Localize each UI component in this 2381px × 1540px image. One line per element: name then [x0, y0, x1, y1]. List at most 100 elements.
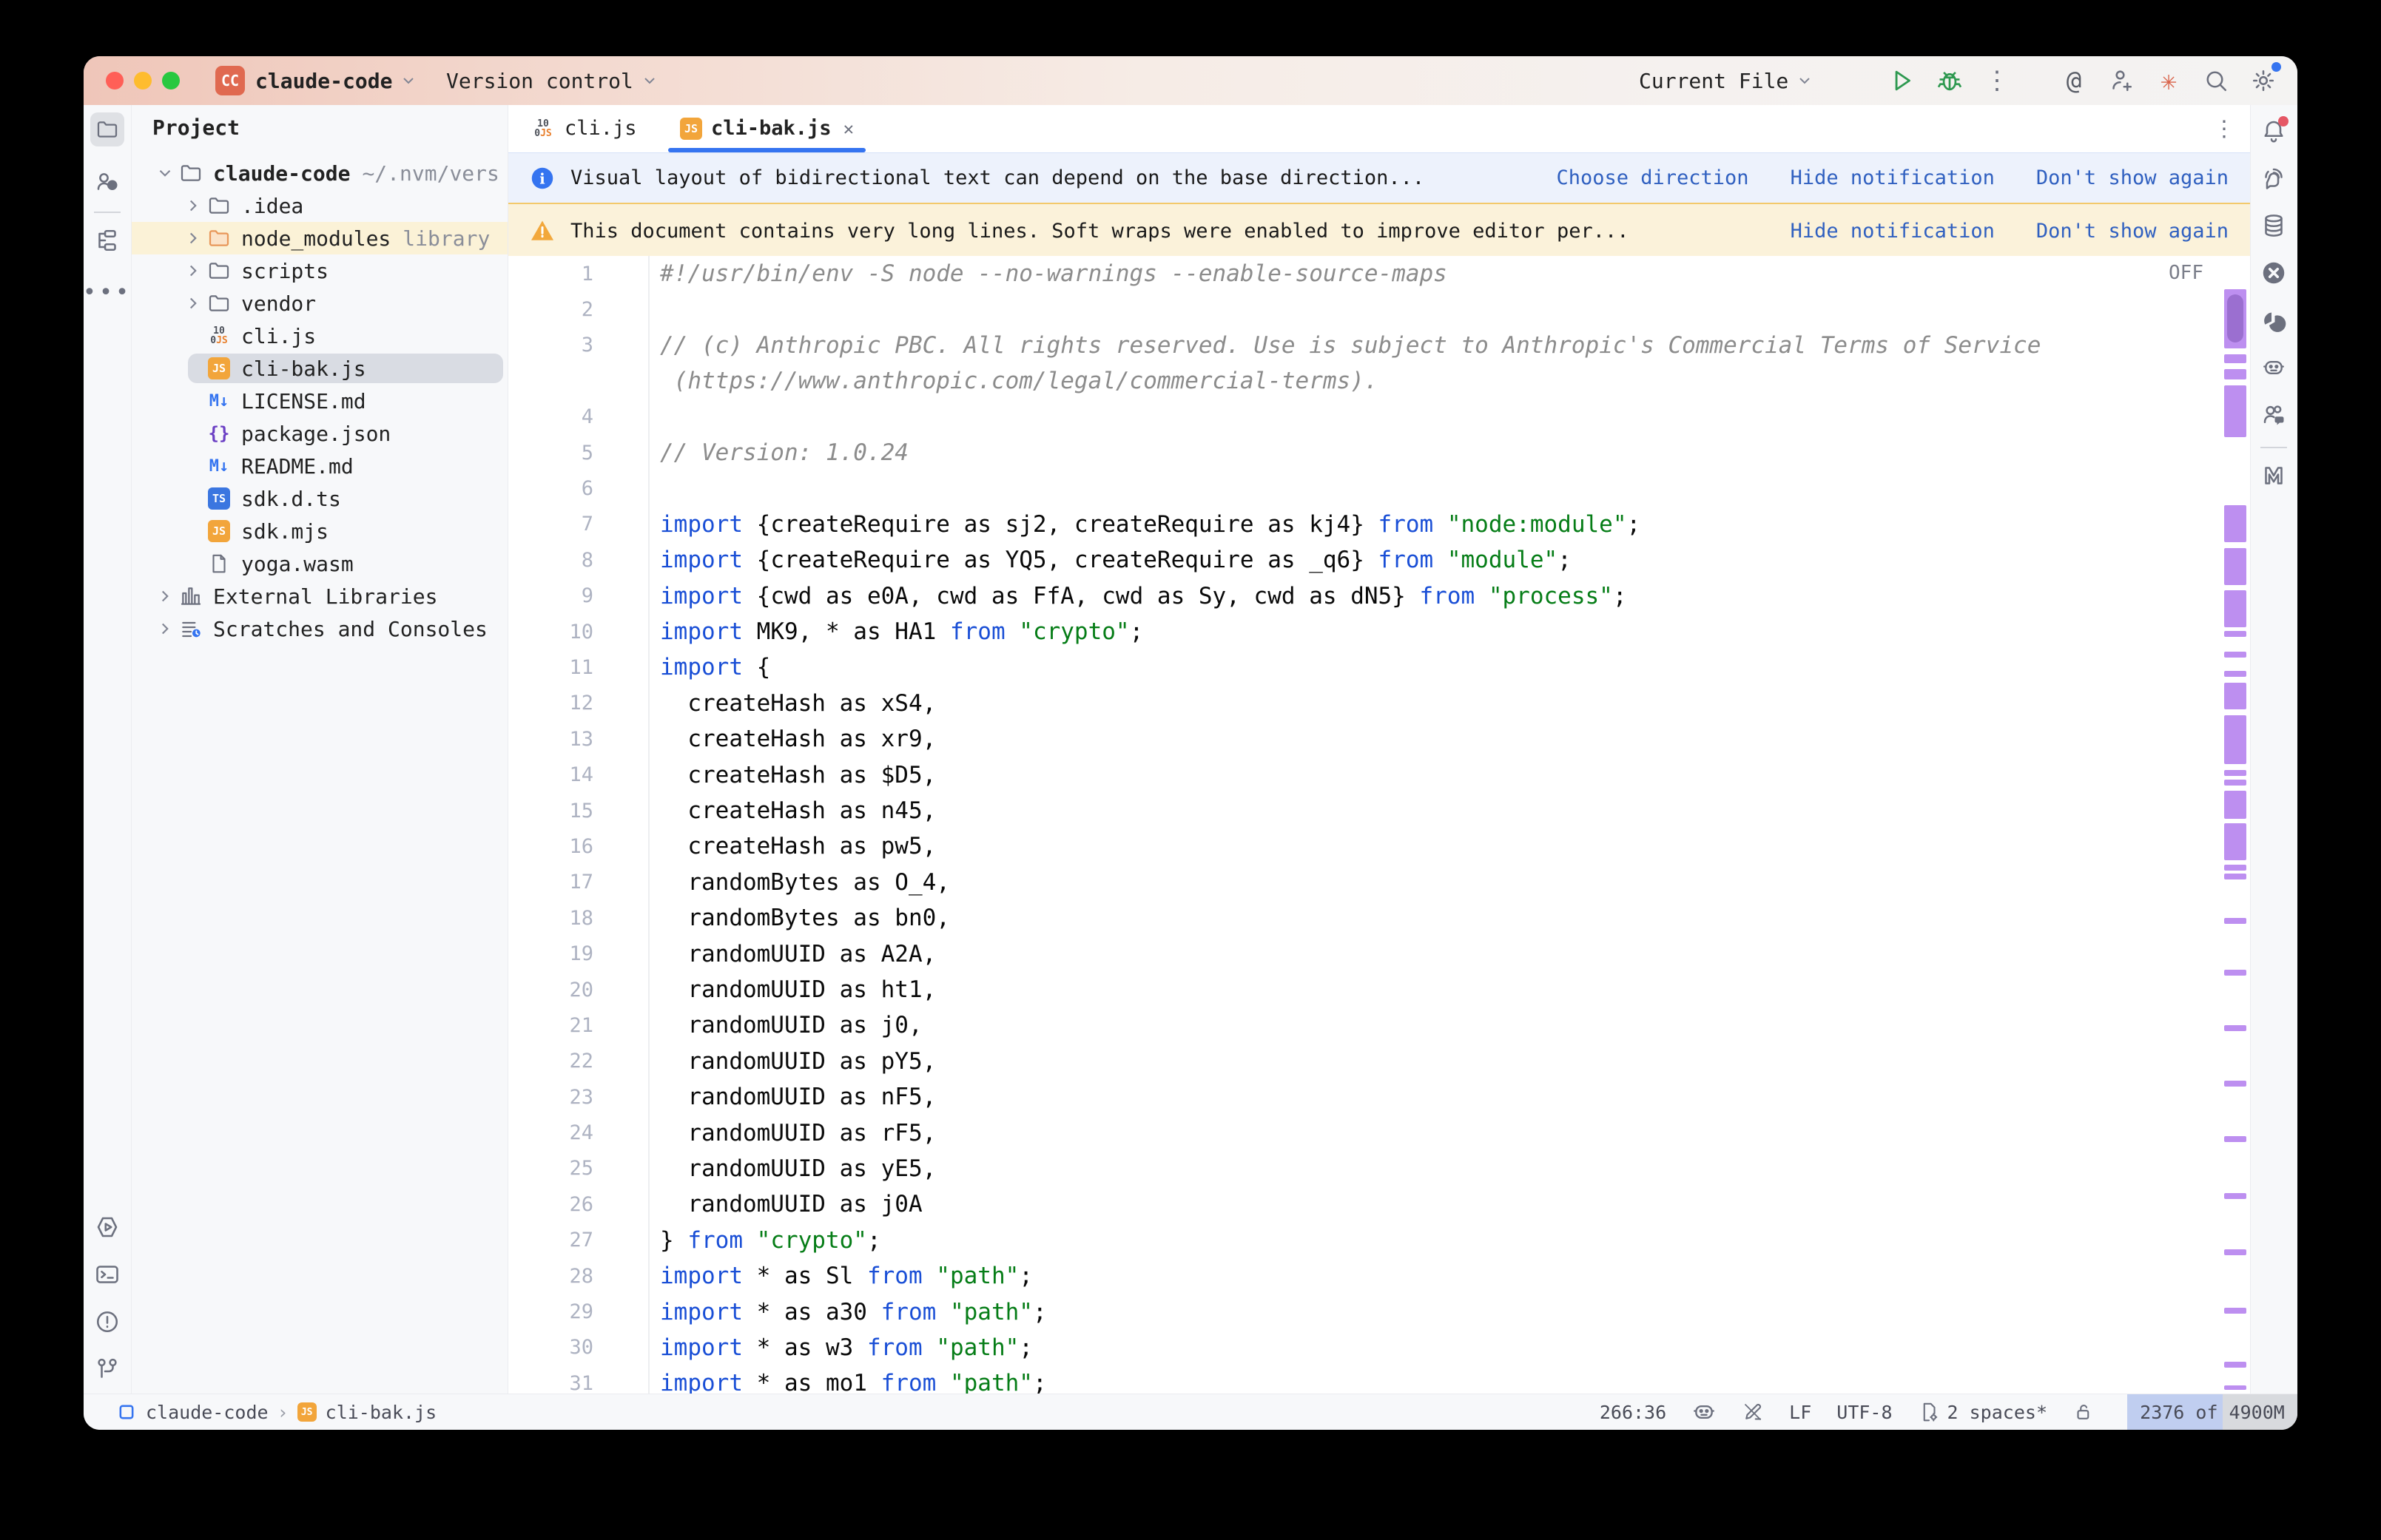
code-with-me-toolwindow-button[interactable]: [2257, 398, 2291, 432]
chevron-down-icon[interactable]: [152, 163, 178, 183]
run-configuration-selector[interactable]: Current File: [1639, 56, 1813, 105]
code-line-7[interactable]: 7import {createRequire as sj2, createReq…: [508, 507, 2251, 542]
code-line-24[interactable]: 24 randomUUID as rF5,: [508, 1115, 2251, 1150]
banner-link-don-t-show-again[interactable]: Don't show again: [2036, 220, 2229, 243]
debug-button[interactable]: [1926, 56, 1973, 105]
code-line-25[interactable]: 25 randomUUID as yE5,: [508, 1151, 2251, 1186]
code-line-17[interactable]: 17 randomBytes as O_4,: [508, 865, 2251, 900]
banner-link-hide-notification[interactable]: Hide notification: [1791, 166, 1995, 189]
code-line-22[interactable]: 22 randomUUID as pY5,: [508, 1044, 2251, 1079]
mentions-icon[interactable]: @: [2050, 56, 2098, 105]
code-line-16[interactable]: 16 createHash as pw5,: [508, 828, 2251, 864]
tree-item-sdk-mjs[interactable]: JSsdk.mjs: [132, 515, 508, 547]
memory-indicator[interactable]: 2376 of 4900M: [2127, 1394, 2297, 1430]
database-toolwindow-button[interactable]: [2257, 209, 2291, 243]
project-panel-header[interactable]: Project: [152, 111, 249, 143]
editor-scrollbar[interactable]: [2223, 256, 2249, 1394]
code-line-13[interactable]: 13 createHash as xr9,: [508, 721, 2251, 757]
close-tab-icon[interactable]: ✕: [843, 118, 854, 139]
tree-item-license-md[interactable]: M↓LICENSE.md: [132, 385, 508, 417]
code-line-27[interactable]: 27} from "crypto";: [508, 1223, 2251, 1258]
banner-link-choose-direction[interactable]: Choose direction: [1556, 166, 1748, 189]
code-line-21[interactable]: 21 randomUUID as j0,: [508, 1007, 2251, 1043]
code-line-15[interactable]: 15 createHash as n45,: [508, 793, 2251, 828]
code-line-wrap[interactable]: (https://www.anthropic.com/legal/commerc…: [508, 363, 2251, 399]
code-with-me-button[interactable]: [2098, 56, 2145, 105]
run-button[interactable]: [1879, 56, 1926, 105]
code-line-30[interactable]: 30import * as w3 from "path";: [508, 1330, 2251, 1365]
code-line-2[interactable]: 2: [508, 291, 2251, 327]
claude-plugin-icon[interactable]: ✳: [2145, 56, 2192, 105]
breadcrumb-file[interactable]: cli-bak.js: [326, 1402, 437, 1423]
chevron-right-icon[interactable]: [181, 261, 206, 280]
ai-assistant-toolwindow-button[interactable]: [2257, 161, 2291, 195]
highlighting-level-widget[interactable]: OFF: [2169, 262, 2203, 284]
copilot-status-icon[interactable]: [1691, 1399, 1717, 1425]
banner-link-don-t-show-again[interactable]: Don't show again: [2036, 166, 2229, 189]
coverage-toolwindow-button[interactable]: [2257, 303, 2291, 337]
notifications-button[interactable]: [2257, 114, 2291, 148]
tree-item-scratches-and-consoles[interactable]: Scratches and Consoles: [132, 612, 508, 645]
title-bar[interactable]: CC claude-code Version control Current F…: [84, 56, 2297, 106]
vcs-toolwindow-button[interactable]: ?: [90, 164, 124, 198]
code-line-11[interactable]: 11import {: [508, 649, 2251, 685]
tree-item-yoga-wasm[interactable]: yoga.wasm: [132, 547, 508, 580]
more-actions-button[interactable]: ⋮: [1973, 56, 2021, 105]
chevron-right-icon[interactable]: [181, 229, 206, 248]
code-line-31[interactable]: 31import * as mo1 from "path";: [508, 1365, 2251, 1394]
code-line-3[interactable]: 3// (c) Anthropic PBC. All rights reserv…: [508, 328, 2251, 363]
code-line-5[interactable]: 5// Version: 1.0.24: [508, 435, 2251, 470]
zoom-window-button[interactable]: [162, 72, 180, 90]
problems-toolwindow-button[interactable]: [90, 1305, 124, 1339]
editor-tab-cli-bak-js[interactable]: JScli-bak.js✕: [664, 105, 870, 152]
mellum-toolwindow-button[interactable]: [2257, 459, 2291, 493]
code-line-18[interactable]: 18 randomBytes as bn0,: [508, 900, 2251, 936]
code-line-4[interactable]: 4: [508, 399, 2251, 435]
line-separator-widget[interactable]: LF: [1789, 1402, 1811, 1423]
caret-position-widget[interactable]: 266:36: [1600, 1402, 1666, 1423]
tab-options-button[interactable]: ⋮: [2211, 115, 2237, 142]
highlighting-off-icon[interactable]: [1742, 1401, 1764, 1423]
editor-tab-cli-js[interactable]: 100JScli.js: [514, 105, 653, 152]
tree-item-package-json[interactable]: {}package.json: [132, 417, 508, 450]
breadcrumb-project[interactable]: claude-code: [146, 1402, 269, 1423]
tree-item-cli-bak-js[interactable]: JScli-bak.js: [132, 352, 508, 385]
banner-link-hide-notification[interactable]: Hide notification: [1791, 220, 1995, 243]
tree-item-readme-md[interactable]: M↓README.md: [132, 450, 508, 482]
unlocked-icon[interactable]: [2072, 1401, 2095, 1423]
scrollbar-thumb[interactable]: [2227, 294, 2243, 342]
search-everywhere-button[interactable]: [2192, 56, 2240, 105]
code-editor[interactable]: 1#!/usr/bin/env -S node --no-warnings --…: [508, 256, 2251, 1394]
code-line-8[interactable]: 8import {createRequire as YQ5, createReq…: [508, 542, 2251, 578]
code-line-10[interactable]: 10import MK9, * as HA1 from "crypto";: [508, 614, 2251, 649]
close-window-button[interactable]: [106, 72, 124, 90]
chevron-right-icon[interactable]: [181, 196, 206, 215]
tree-item-node-modules[interactable]: node_moduleslibrary: [132, 222, 508, 254]
structure-toolwindow-button[interactable]: [90, 223, 124, 257]
tree-item-claude-code[interactable]: claude-code~/.nvm/vers: [132, 157, 508, 189]
tree-item-vendor[interactable]: vendor: [132, 287, 508, 320]
tree-item-external-libraries[interactable]: External Libraries: [132, 580, 508, 612]
encoding-widget[interactable]: UTF-8: [1836, 1402, 1892, 1423]
more-toolwindows-button[interactable]: •••: [90, 275, 124, 309]
project-switcher[interactable]: claude-code: [255, 56, 417, 105]
code-line-6[interactable]: 6: [508, 470, 2251, 506]
tree-item-cli-js[interactable]: 100JScli.js: [132, 320, 508, 352]
code-line-23[interactable]: 23 randomUUID as nF5,: [508, 1079, 2251, 1115]
tree-item--idea[interactable]: .idea: [132, 189, 508, 222]
code-line-1[interactable]: 1#!/usr/bin/env -S node --no-warnings --…: [508, 256, 2251, 291]
vcs-menu[interactable]: Version control: [446, 56, 659, 105]
code-line-14[interactable]: 14 createHash as $D5,: [508, 757, 2251, 792]
copilot-toolwindow-button[interactable]: [2257, 351, 2291, 385]
code-line-12[interactable]: 12 createHash as xS4,: [508, 686, 2251, 721]
project-toolwindow-button[interactable]: [90, 112, 124, 146]
git-toolwindow-button[interactable]: [90, 1352, 124, 1386]
minimize-window-button[interactable]: [134, 72, 152, 90]
settings-button[interactable]: [2240, 56, 2287, 105]
code-line-19[interactable]: 19 randomUUID as A2A,: [508, 936, 2251, 971]
indent-widget[interactable]: 2 spaces*: [1947, 1402, 2047, 1423]
chevron-right-icon[interactable]: [152, 587, 178, 606]
x-plugin-toolwindow-button[interactable]: [2257, 256, 2291, 290]
code-line-29[interactable]: 29import * as a30 from "path";: [508, 1294, 2251, 1329]
chevron-right-icon[interactable]: [181, 294, 206, 313]
